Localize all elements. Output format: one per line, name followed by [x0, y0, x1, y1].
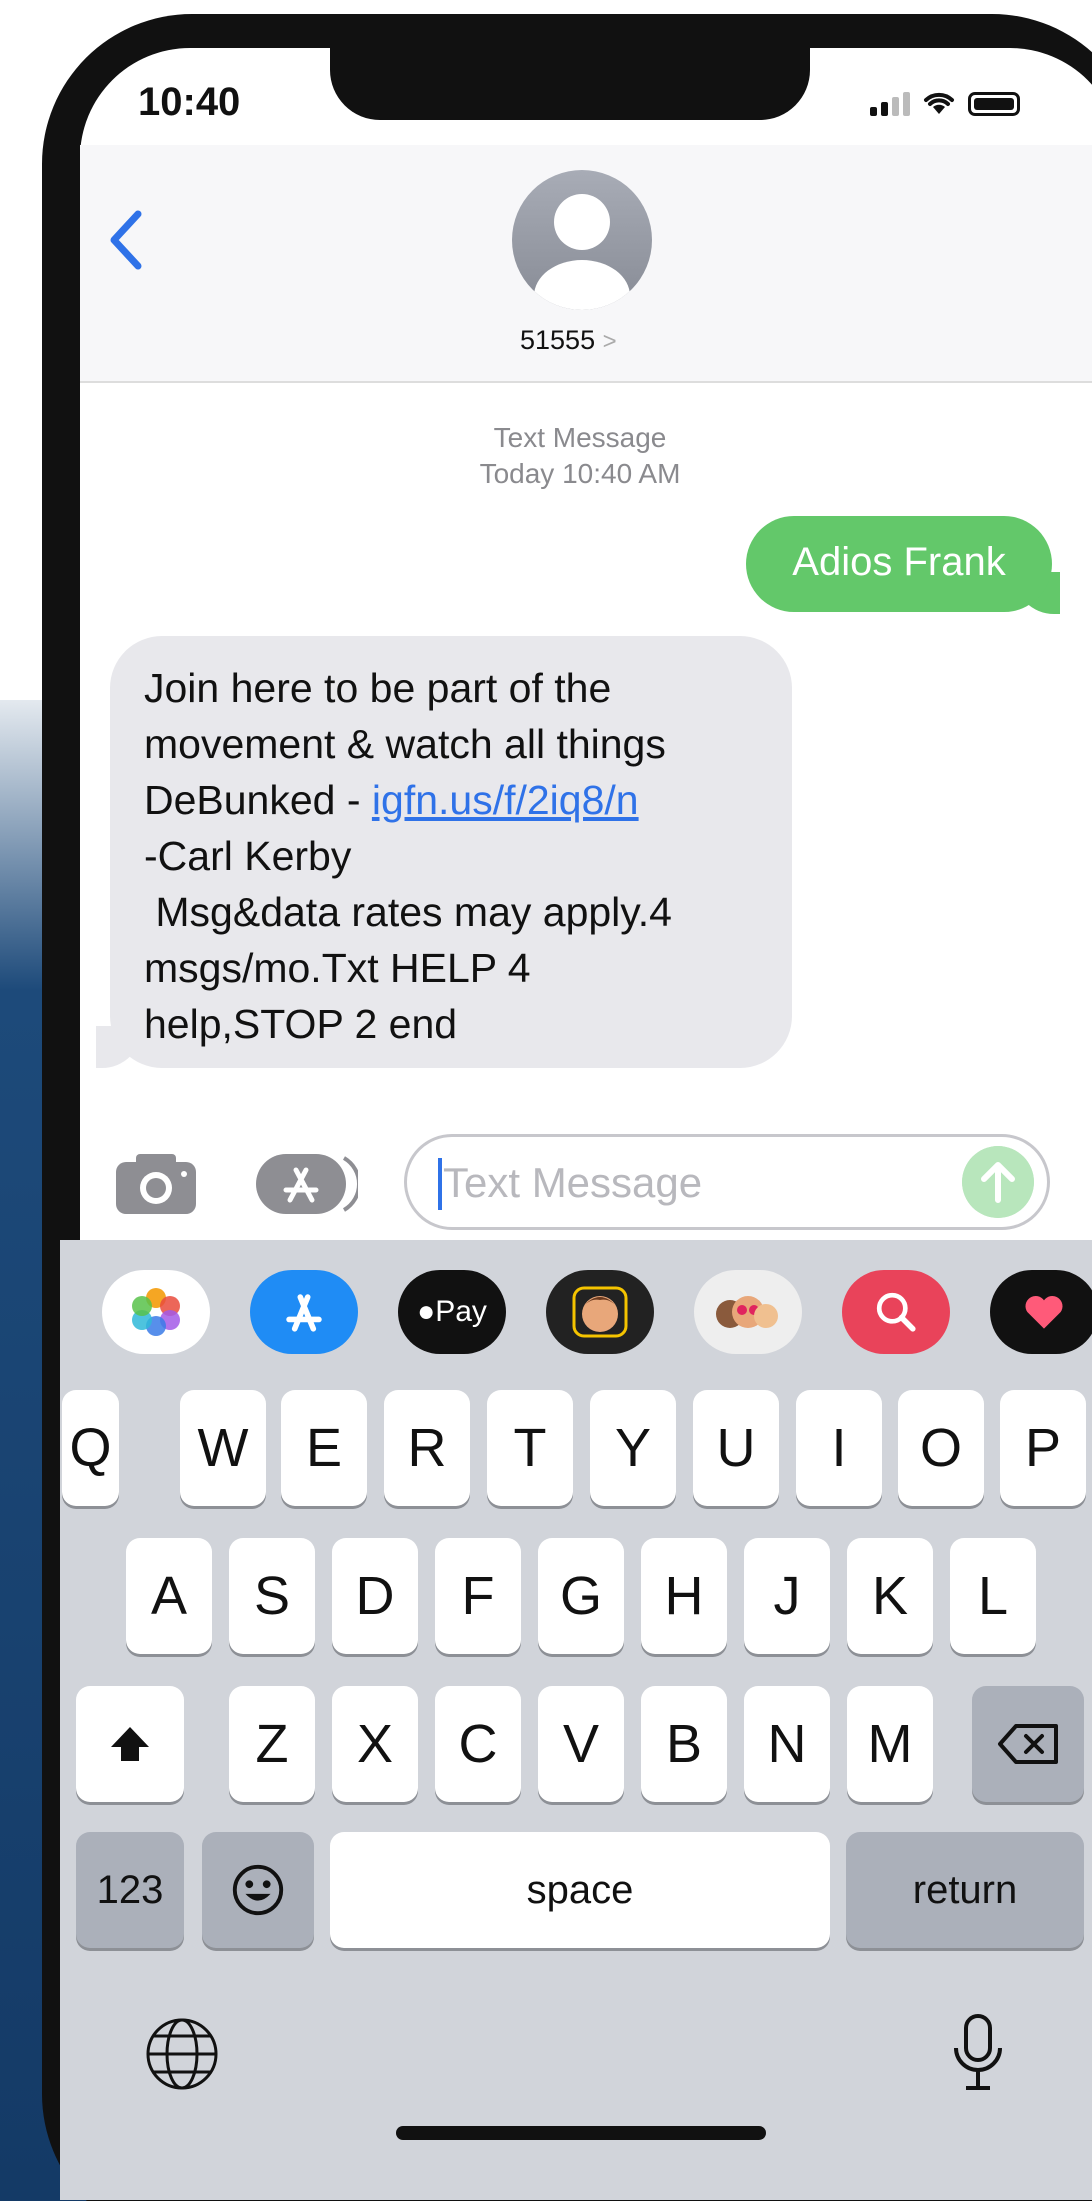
phone-notch — [330, 48, 810, 120]
photos-icon[interactable] — [102, 1270, 210, 1354]
message-line: -Carl Kerby — [144, 833, 352, 879]
globe-icon[interactable] — [144, 2016, 220, 2092]
send-arrow-icon[interactable] — [962, 1146, 1034, 1218]
apple-pay-label: Pay — [435, 1295, 487, 1328]
delete-icon — [998, 1724, 1058, 1764]
emoji-key[interactable] — [202, 1832, 314, 1948]
key-i[interactable]: I — [796, 1390, 882, 1506]
outgoing-message[interactable]: Adios Frank — [746, 516, 1052, 612]
return-key[interactable]: return — [846, 1832, 1084, 1948]
message-timestamp: Text Message Today 10:40 AM — [380, 420, 780, 492]
key-v[interactable]: V — [538, 1686, 624, 1802]
backspace-key[interactable] — [972, 1686, 1084, 1802]
microphone-icon[interactable] — [950, 2012, 1006, 2092]
key-t[interactable]: T — [487, 1390, 573, 1506]
key-m[interactable]: M — [847, 1686, 933, 1802]
contact-name[interactable]: 51555 > — [520, 325, 617, 356]
digital-touch-icon[interactable] — [990, 1270, 1092, 1354]
message-line: help,STOP 2 end — [144, 1001, 458, 1047]
space-key[interactable]: space — [330, 1832, 830, 1948]
key-g[interactable]: G — [538, 1538, 624, 1654]
message-line: movement & watch all things — [144, 721, 666, 767]
wifi-icon — [924, 92, 954, 114]
web-search-icon[interactable] — [842, 1270, 950, 1354]
memoji-stickers-icon[interactable] — [694, 1270, 802, 1354]
key-f[interactable]: F — [435, 1538, 521, 1654]
message-input-placeholder: Text Message — [443, 1159, 703, 1206]
memoji-icon[interactable] — [546, 1270, 654, 1354]
key-d[interactable]: D — [332, 1538, 418, 1654]
contact-chevron-icon: > — [602, 328, 617, 355]
apple-pay-icon[interactable]: ● Pay — [398, 1270, 506, 1354]
key-s[interactable]: S — [229, 1538, 315, 1654]
key-y[interactable]: Y — [590, 1390, 676, 1506]
home-indicator — [396, 2126, 766, 2140]
key-o[interactable]: O — [898, 1390, 984, 1506]
battery-icon — [968, 92, 1020, 116]
key-j[interactable]: J — [744, 1538, 830, 1654]
message-line-prefix: DeBunked - — [144, 777, 372, 823]
key-z[interactable]: Z — [229, 1686, 315, 1802]
key-b[interactable]: B — [641, 1686, 727, 1802]
key-l[interactable]: L — [950, 1538, 1036, 1654]
key-w[interactable]: W — [180, 1390, 266, 1506]
emoji-icon — [232, 1864, 284, 1916]
key-e[interactable]: E — [281, 1390, 367, 1506]
app-store-icon[interactable] — [250, 1270, 358, 1354]
incoming-message[interactable]: Join here to be part of the movement & w… — [110, 636, 792, 1068]
shift-key[interactable] — [76, 1686, 184, 1802]
numbers-key[interactable]: 123 — [76, 1832, 184, 1948]
contact-avatar[interactable] — [512, 170, 652, 310]
app-store-button-icon[interactable] — [254, 1148, 358, 1220]
key-p[interactable]: P — [1000, 1390, 1086, 1506]
key-u[interactable]: U — [693, 1390, 779, 1506]
key-h[interactable]: H — [641, 1538, 727, 1654]
shift-icon — [111, 1727, 149, 1761]
timestamp-service: Text Message — [493, 422, 667, 453]
key-n[interactable]: N — [744, 1686, 830, 1802]
message-line: Msg&data rates may apply.4 — [144, 889, 672, 935]
timestamp-time: Today 10:40 AM — [479, 458, 681, 489]
status-icons — [870, 88, 1020, 116]
camera-icon[interactable] — [114, 1150, 198, 1216]
key-r[interactable]: R — [384, 1390, 470, 1506]
key-q[interactable]: Q — [62, 1390, 119, 1506]
message-line: msgs/mo.Txt HELP 4 — [144, 945, 531, 991]
signal-icon — [870, 92, 910, 116]
key-c[interactable]: C — [435, 1686, 521, 1802]
message-link[interactable]: igfn.us/f/2iq8/n — [372, 777, 639, 823]
key-a[interactable]: A — [126, 1538, 212, 1654]
message-line: DeBunked - igfn.us/f/2iq8/n — [144, 772, 792, 828]
contact-number: 51555 — [520, 325, 596, 355]
key-k[interactable]: K — [847, 1538, 933, 1654]
key-x[interactable]: X — [332, 1686, 418, 1802]
status-time: 10:40 — [138, 80, 241, 124]
back-chevron-icon[interactable] — [106, 208, 146, 272]
message-line: Join here to be part of the — [144, 665, 612, 711]
message-input[interactable]: Text Message — [404, 1134, 1050, 1230]
text-cursor — [438, 1158, 442, 1210]
apple-icon: ● — [417, 1295, 436, 1328]
